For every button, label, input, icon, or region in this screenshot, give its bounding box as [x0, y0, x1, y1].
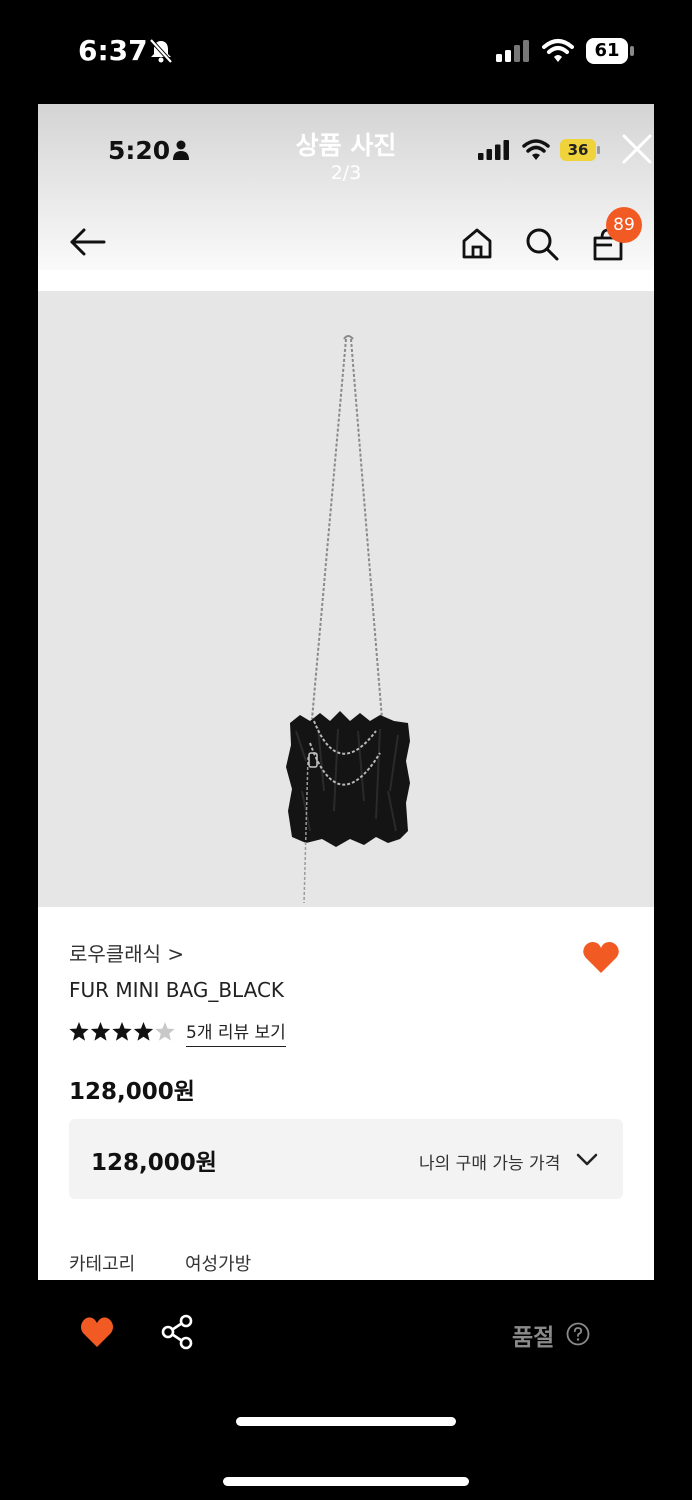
home-icon[interactable] [460, 226, 494, 260]
battery-indicator: 61 [586, 38, 634, 64]
chevron-down-icon[interactable] [575, 1149, 599, 1169]
cellular-signal-icon [496, 40, 529, 62]
product-price: 128,000원 [69, 1079, 195, 1105]
price-box-label: 나의 구매 가능 가격 [419, 1154, 561, 1174]
fur-mini-bag-photo [286, 335, 410, 904]
star-filled [69, 1022, 89, 1041]
heart-icon[interactable] [582, 940, 620, 974]
home-indicator-inner [236, 1417, 456, 1426]
photo-viewer-panel: 5:20 상품 사진 2/3 36 89 로우클래식 > FUR MINI BA… [38, 104, 654, 1280]
inner-battery-level: 36 [560, 139, 596, 161]
question-circle-icon[interactable] [566, 1322, 590, 1346]
outer-status-time: 6:37 [78, 34, 148, 67]
battery-level: 61 [586, 38, 628, 64]
category-value[interactable]: 여성가방 [185, 1250, 251, 1276]
product-photo[interactable] [38, 291, 654, 907]
home-indicator[interactable] [223, 1477, 469, 1486]
brand-link[interactable]: 로우클래식 > [69, 938, 184, 967]
arrow-left-icon[interactable] [68, 226, 108, 258]
close-icon[interactable] [620, 132, 654, 166]
wifi-icon [542, 39, 574, 62]
outer-status-bar: 6:37 61 [0, 0, 692, 104]
inner-battery-indicator: 36 [560, 139, 600, 161]
cart-count-badge: 89 [606, 207, 642, 243]
bell-slash-icon [149, 38, 173, 64]
product-name: FUR MINI BAG_BLACK [69, 978, 285, 1002]
inner-wifi-icon [522, 139, 550, 160]
inner-battery-tip [597, 146, 600, 154]
search-icon[interactable] [524, 226, 560, 262]
rating-stars [69, 1022, 175, 1041]
share-icon[interactable] [160, 1314, 196, 1350]
photo-counter: 2/3 [330, 162, 362, 184]
review-link[interactable]: 5개 리뷰 보기 [186, 1018, 286, 1047]
battery-tip [630, 46, 634, 56]
inner-cellular-signal-icon [478, 140, 509, 160]
category-label: 카테고리 [69, 1254, 136, 1275]
heart-icon[interactable] [80, 1316, 114, 1348]
star-filled [133, 1022, 154, 1041]
soldout-label: 품절 [512, 1325, 555, 1351]
panel-header: 5:20 상품 사진 2/3 36 89 [38, 104, 654, 270]
star-empty [155, 1022, 175, 1041]
price-dropdown[interactable]: 128,000원 나의 구매 가능 가격 [69, 1119, 623, 1199]
price-box-value: 128,000원 [91, 1150, 217, 1176]
star-filled [112, 1022, 132, 1041]
star-filled [90, 1022, 111, 1041]
